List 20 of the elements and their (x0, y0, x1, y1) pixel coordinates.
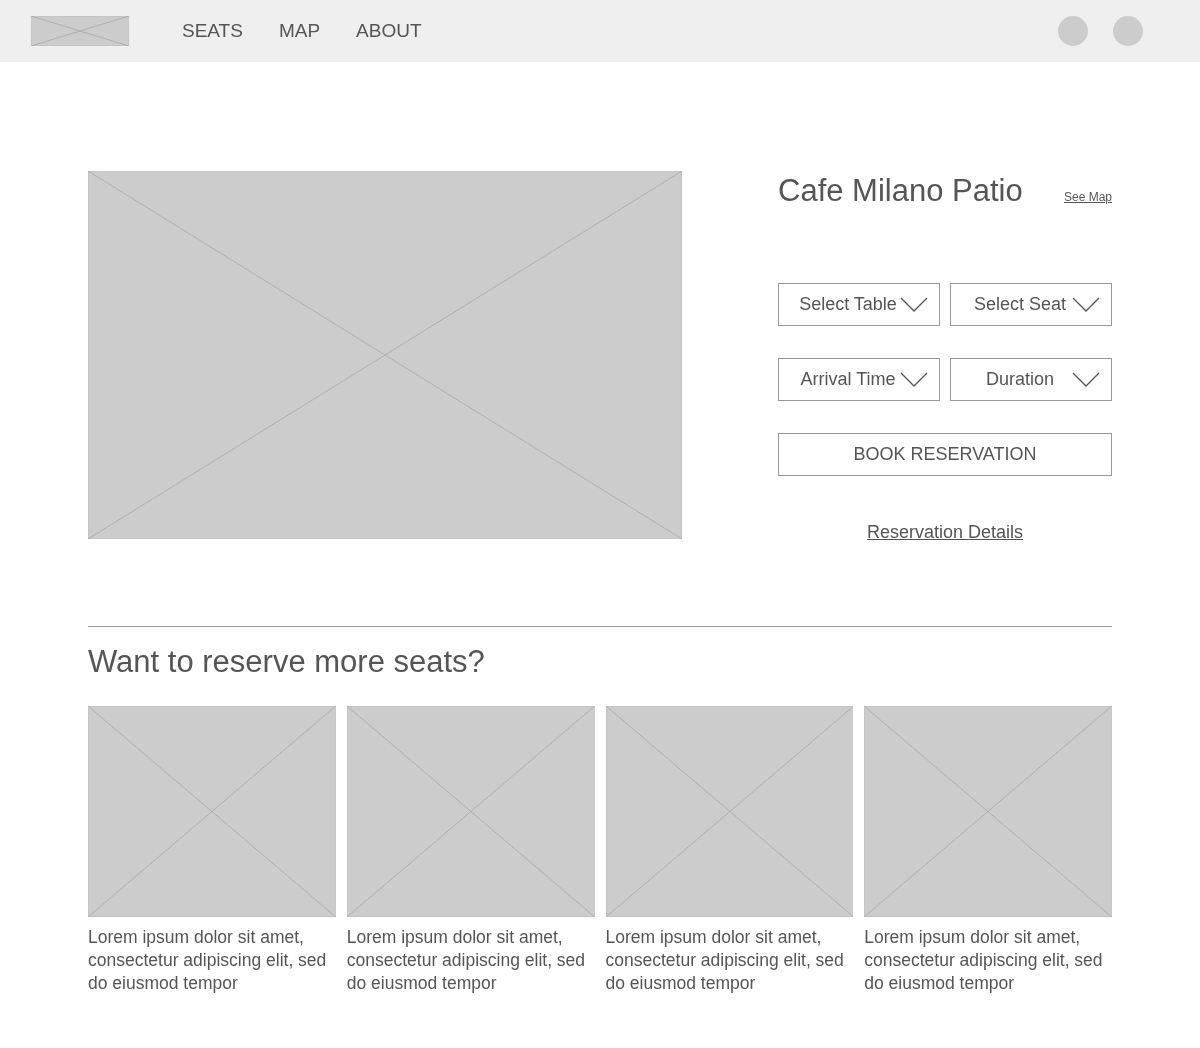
chevron-down-icon (900, 296, 928, 313)
dropdown-select[interactable]: Duration (950, 358, 1112, 401)
section-heading: Want to reserve more seats? (88, 643, 486, 681)
reservation-details-link[interactable]: Reservation Details (866, 519, 1024, 546)
card-description: Lorem ipsum dolor sit amet, consectetur adipiscing elit, sed do eiusmod tempor (346, 926, 587, 995)
dropdown-select[interactable]: Arrival Time (778, 358, 940, 401)
card-description: Lorem ipsum dolor sit amet, consectetur adipiscing elit, sed do eiusmod tempor (605, 926, 845, 995)
venue-title: Cafe Milano Patio (778, 173, 1023, 209)
chevron-down-icon (900, 371, 928, 388)
dropdown-select[interactable]: Select Table (778, 283, 940, 326)
book-reservation-button[interactable]: BOOK RESERVATION (778, 433, 1112, 476)
see-map-link[interactable]: See Map (1063, 188, 1112, 206)
nav-link[interactable]: SEATS (182, 16, 243, 46)
nav-link[interactable]: ABOUT (356, 16, 422, 46)
card-description: Lorem ipsum dolor sit amet, consectetur adipiscing elit, sed do eiusmod tempor (864, 926, 1104, 995)
chevron-down-icon (1072, 296, 1100, 313)
nav-link[interactable]: MAP (278, 16, 321, 46)
chevron-down-icon (1072, 371, 1100, 388)
dropdown-select[interactable]: Select Seat (950, 283, 1112, 326)
card-description: Lorem ipsum dolor sit amet, consectetur adipiscing elit, sed do eiusmod tempor (88, 926, 328, 995)
